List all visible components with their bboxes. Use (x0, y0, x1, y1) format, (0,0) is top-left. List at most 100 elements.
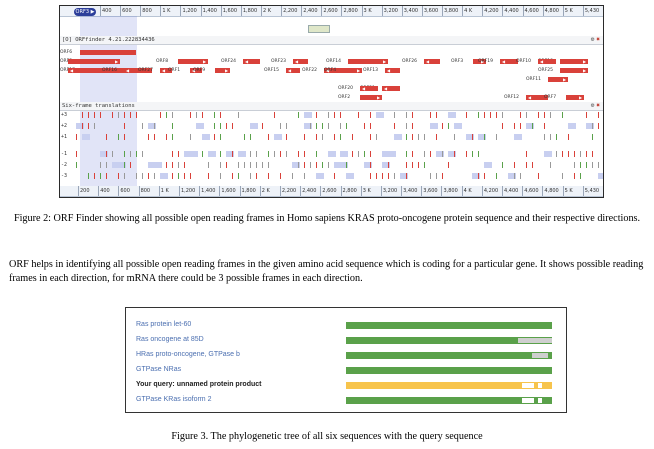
frame-mark (286, 134, 287, 140)
tree-row[interactable]: GTPase NRas (126, 363, 566, 377)
orf-bar[interactable]: ◀ (424, 59, 440, 64)
tree-row[interactable]: HRas proto-oncogene, GTPase b (126, 348, 566, 362)
ruler-tick: 1,400 (199, 186, 216, 196)
frame-mark (118, 173, 119, 179)
orf-bar[interactable]: ◀ (538, 59, 556, 64)
frame-mark (478, 112, 479, 118)
orf-track-header: [O] ORFfinder 4.21.222834436 ⚙ ✖ (60, 36, 603, 45)
frame-mark (172, 162, 173, 168)
tree-row[interactable]: Ras protein let-60 (126, 318, 566, 332)
orf-bar[interactable]: ◀ (68, 68, 130, 73)
frame-mark (394, 173, 395, 179)
orf-bar[interactable]: ◀ (293, 59, 308, 64)
ruler-tick: 4 K (461, 186, 472, 196)
tree-label[interactable]: Your query: unnamed protein product (136, 380, 261, 390)
ruler-tick: 1,400 (200, 6, 217, 16)
frame-mark (244, 134, 245, 140)
frame-mark (154, 162, 162, 168)
frame-mark (430, 151, 431, 157)
frame-mark (454, 134, 455, 140)
frame-mark (496, 112, 497, 118)
orf-bar[interactable]: ◀ (286, 68, 300, 73)
frame-mark (190, 112, 191, 118)
frame-mark (220, 123, 221, 129)
frame-mark (526, 151, 527, 157)
frame-mark (196, 112, 197, 118)
frame-mark (382, 173, 383, 179)
frame-mark (124, 134, 125, 140)
orf-label: ORF2 (338, 95, 351, 100)
frame-mark (124, 162, 125, 168)
ruler-tick: 1,800 (239, 186, 256, 196)
frame-mark (370, 162, 371, 168)
close-icon[interactable]: ✖ (596, 36, 600, 43)
frame-mark (406, 173, 407, 179)
orf-bar[interactable]: ▶ (560, 59, 588, 64)
settings-icon[interactable]: ⚙ (591, 36, 595, 43)
frame-mark (484, 134, 485, 140)
orf-bar[interactable]: ◀ (243, 59, 260, 64)
tree-row[interactable]: Ras oncogene at 85D (126, 333, 566, 347)
frame-mark (514, 162, 515, 168)
bottom-ruler: 200 400 600 800 1 K 1,200 1,400 1,600 1,800 2 K 2,… (60, 186, 603, 197)
frame-mark (466, 112, 467, 118)
orf-bar[interactable]: ▶ (178, 59, 208, 64)
ruler-tick: 4,400 (502, 186, 519, 196)
frame-mark (376, 134, 377, 140)
ruler-tick: 3 K (361, 6, 372, 16)
ruler-tick: 5,430 (582, 6, 600, 16)
frame-mark (520, 173, 521, 179)
close-icon[interactable]: ✖ (596, 102, 600, 109)
frame-mark (82, 123, 83, 129)
tree-label[interactable]: HRas proto-oncogene, GTPase b (136, 350, 240, 360)
tree-row[interactable]: GTPase KRas isoform 2 (126, 393, 566, 407)
orf-bar[interactable]: ▶ (68, 59, 120, 64)
orf-bar[interactable]: ▶ (360, 95, 382, 100)
orf-bar[interactable] (80, 50, 136, 55)
frame-mark (598, 162, 599, 168)
arrow-left-icon: ◀ (69, 68, 74, 73)
frame-mark (592, 123, 593, 129)
orf-bar[interactable]: ▶ (346, 68, 362, 73)
orf-bar[interactable]: ▶ (215, 68, 230, 73)
tree-label[interactable]: GTPase NRas (136, 365, 181, 375)
frame-mark (88, 123, 89, 129)
phylogenetic-tree-panel: Ras protein let-60 Ras oncogene at 85D HRa… (125, 307, 567, 413)
frame-mark (370, 112, 371, 118)
orf-bar[interactable]: ◀ (360, 86, 378, 91)
orf-bar[interactable]: ◀ (385, 68, 400, 73)
orf-bar[interactable]: ▶ (560, 68, 588, 73)
orf-bar[interactable]: ▶ (348, 59, 388, 64)
frame-mark (154, 134, 155, 140)
arrow-left-icon: ◀ (386, 68, 391, 73)
tree-label[interactable]: Ras oncogene at 85D (136, 335, 204, 345)
frame-mark (226, 162, 227, 168)
frame-mark (316, 162, 317, 168)
ruler-tick: 3,800 (442, 6, 459, 16)
frame-mark (412, 151, 413, 157)
tree-label[interactable]: Ras protein let-60 (136, 320, 191, 330)
orf-bar[interactable]: ▶ (548, 77, 568, 82)
frame-mark (100, 162, 101, 168)
orf-bar[interactable]: ▶ (566, 95, 584, 100)
frame-mark (442, 151, 443, 157)
figure2-caption: Figure 2: ORF Finder showing all possibl… (13, 213, 641, 224)
alignment-bar (346, 367, 552, 374)
orf-label: ORF13 (363, 68, 378, 73)
settings-icon[interactable]: ⚙ (591, 102, 595, 109)
frame-mark (112, 151, 113, 157)
frame-mark (406, 112, 407, 118)
selection-tag[interactable]: ORF3 ▶ (74, 8, 96, 16)
frame-mark (442, 173, 443, 179)
ruler-tick: 800 (138, 186, 151, 196)
frame-mark (304, 151, 305, 157)
track-scroll-handle[interactable] (308, 25, 330, 33)
frame-mark (316, 123, 317, 129)
query-row[interactable]: Your query: unnamed protein product (126, 378, 566, 392)
frame-mark (304, 112, 312, 118)
frame-mark (250, 151, 251, 157)
orf-bar[interactable]: ◀ (382, 86, 400, 91)
frame-mark (562, 173, 563, 179)
tree-label[interactable]: GTPase KRas isoform 2 (136, 395, 211, 405)
arrow-right-icon: ▶ (382, 59, 387, 64)
